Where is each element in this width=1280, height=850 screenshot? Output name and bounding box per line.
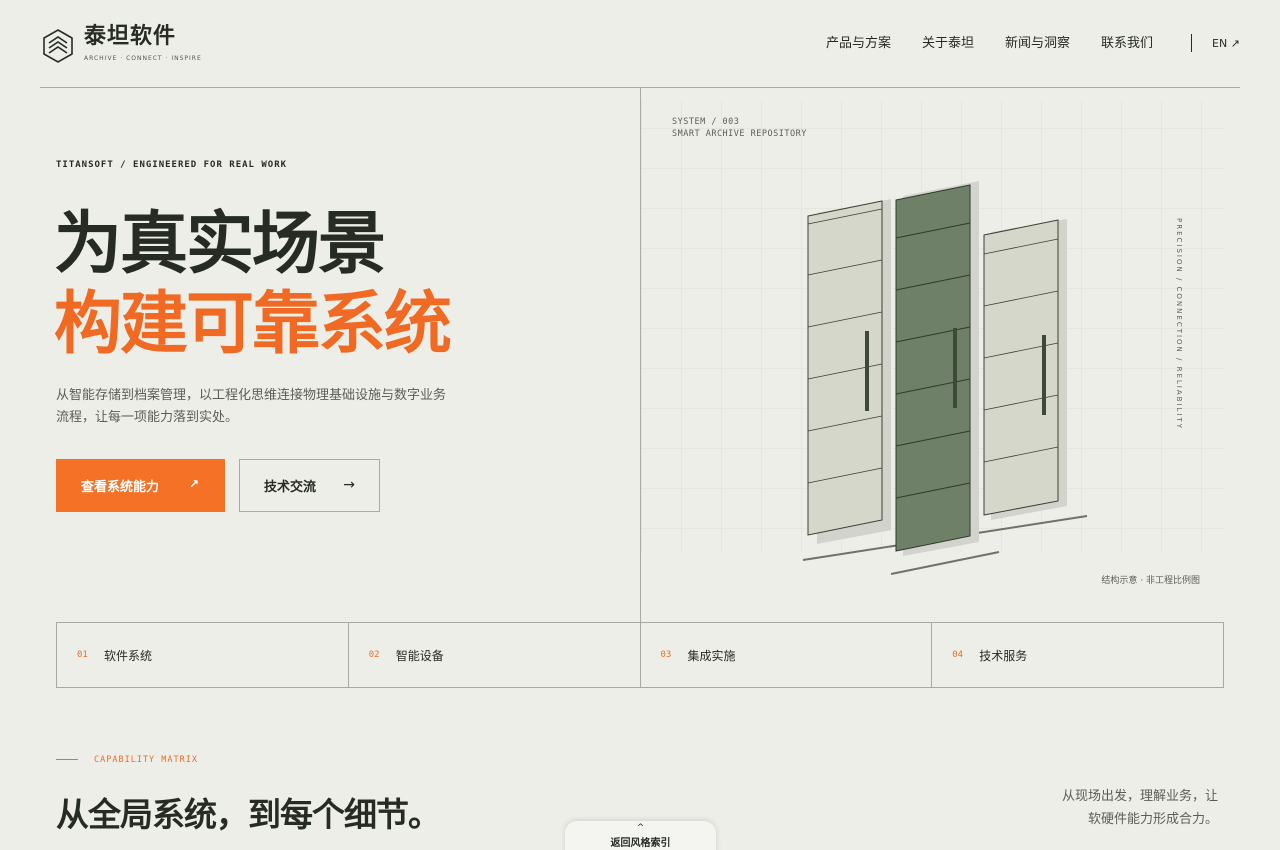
hero-title-line2: 构建可靠系统 [54, 285, 452, 364]
panel-system-code: SYSTEM / 003 SMART ARCHIVE REPOSITORY [672, 116, 807, 140]
tech-exchange-button[interactable]: 技术交流 → [239, 459, 380, 512]
category-integration[interactable]: 03 集成实施 [641, 623, 933, 687]
nav-item-about[interactable]: 关于泰坦 [922, 36, 974, 52]
back-to-style-index-button[interactable]: ^ 返回风格索引 [565, 821, 716, 850]
category-software[interactable]: 01 软件系统 [57, 623, 349, 687]
category-number: 03 [660, 650, 672, 660]
capability-accent-line [56, 759, 78, 760]
category-number: 04 [952, 650, 964, 660]
category-service[interactable]: 04 技术服务 [932, 623, 1223, 687]
category-label: 智能设备 [395, 648, 444, 663]
arrow-up-right-icon: ↗ [188, 477, 199, 491]
logo-icon [43, 29, 73, 63]
chevron-up-icon: ^ [636, 823, 645, 833]
hero-description: 从智能存储到档案管理，以工程化思维连接物理基础设施与数字业务流程，让每一项能力落… [56, 388, 447, 425]
hero-title-line1: 为真实场景 [54, 205, 386, 284]
panel-vertical-text: PRECISION / CONNECTION / RELIABILITY [1175, 218, 1183, 431]
language-switch[interactable]: EN ↗ [1212, 37, 1240, 50]
brand-tagline: ARCHIVE · CONNECT · INSPIRE [84, 55, 202, 62]
category-label: 技术服务 [979, 648, 1028, 663]
category-number: 02 [368, 650, 380, 660]
site-header: 泰坦软件 ARCHIVE · CONNECT · INSPIRE 产品与方案 关… [0, 0, 1280, 88]
category-strip: 01 软件系统 02 智能设备 03 集成实施 04 技术服务 [56, 622, 1224, 688]
capability-side-text: 从现场出发，理解业务，让软硬件能力形成合力。 [1061, 789, 1218, 827]
cabinet-handle [865, 331, 869, 411]
capability-title: 从全局系统，到每个细节。 [56, 795, 441, 834]
cabinet-right [983, 219, 1059, 516]
floor-line [890, 551, 1000, 575]
panel-code-line2: SMART ARCHIVE REPOSITORY [672, 129, 807, 139]
back-to-style-index-label: 返回风格索引 [610, 838, 671, 849]
category-number: 01 [77, 650, 88, 660]
tech-exchange-label: 技术交流 [264, 480, 317, 495]
hero-eyebrow: TITANSOFT / ENGINEERED FOR REAL WORK [56, 160, 288, 170]
view-capabilities-label: 查看系统能力 [81, 480, 160, 495]
capability-eyebrow: CAPABILITY MATRIX [94, 755, 198, 765]
cabinet-left [807, 200, 883, 536]
cabinet-handle [953, 328, 957, 408]
category-devices[interactable]: 02 智能设备 [349, 623, 641, 687]
nav-item-products[interactable]: 产品与方案 [826, 36, 891, 52]
nav-item-news[interactable]: 新闻与洞察 [1005, 36, 1070, 52]
cabinet-middle [895, 184, 971, 552]
nav-item-contact[interactable]: 联系我们 [1101, 36, 1153, 52]
category-label: 集成实施 [687, 648, 736, 663]
main-nav: 产品与方案 关于泰坦 新闻与洞察 联系我们 [826, 36, 1184, 52]
archive-cabinet-illustration [641, 101, 1224, 575]
category-label: 软件系统 [104, 648, 153, 663]
arrow-right-icon: → [343, 477, 355, 493]
brand-name: 泰坦软件 [84, 24, 177, 49]
view-capabilities-button[interactable]: 查看系统能力 ↗ [56, 459, 225, 512]
hero-illustration-panel: SYSTEM / 003 SMART ARCHIVE REPOSITORY PR… [640, 88, 1224, 623]
brand-logo[interactable]: 泰坦软件 ARCHIVE · CONNECT · INSPIRE [42, 24, 202, 64]
cabinet-handle [1042, 335, 1046, 415]
nav-divider [1191, 34, 1192, 52]
panel-code-line1: SYSTEM / 003 [672, 117, 740, 127]
panel-note: 结构示意 · 非工程比例图 [1101, 576, 1200, 586]
